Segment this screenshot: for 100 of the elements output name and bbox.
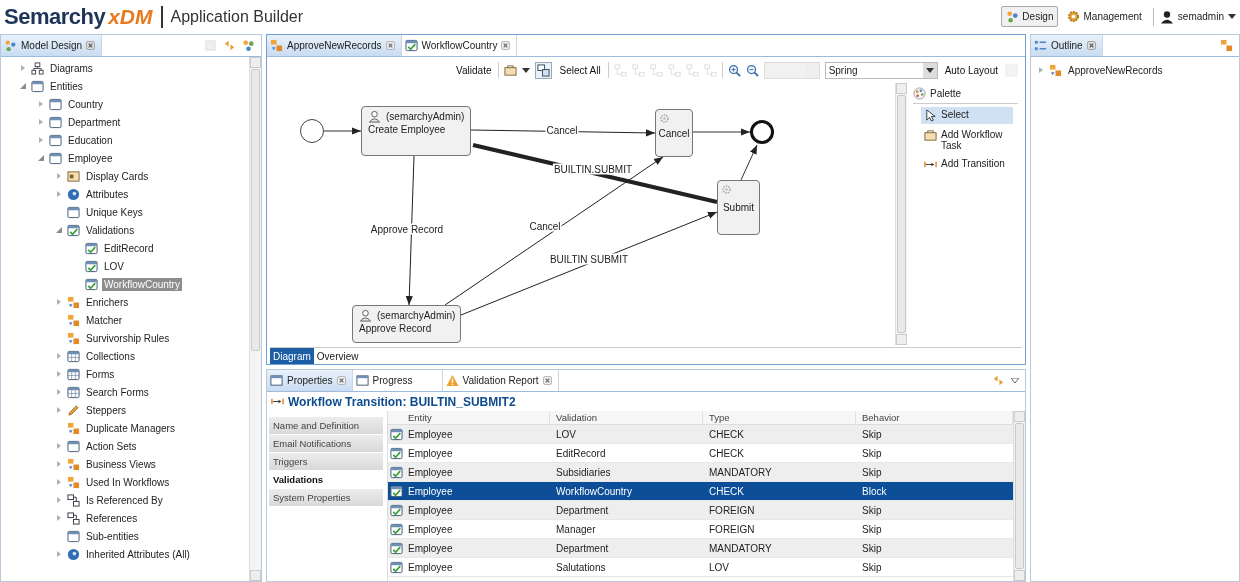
expand-arrow-icon[interactable] — [37, 100, 45, 108]
tree-item[interactable]: Survivorship Rules — [84, 331, 172, 345]
close-icon[interactable] — [385, 41, 395, 50]
table-row[interactable]: Employee Manager FOREIGN Skip — [388, 520, 1013, 539]
zoom-out-icon[interactable] — [745, 63, 759, 77]
tree-item[interactable]: Education — [66, 133, 115, 147]
tree-item[interactable]: LOV — [102, 259, 126, 273]
editor-tab[interactable]: ApproveNewRecords — [267, 35, 402, 56]
start-event-circle[interactable] — [300, 119, 324, 143]
expand-arrow-icon[interactable] — [55, 388, 63, 396]
select-all-icon[interactable] — [535, 61, 553, 79]
scrollbar[interactable] — [249, 57, 261, 581]
close-icon[interactable] — [86, 41, 96, 50]
view-tab[interactable]: Properties — [267, 370, 353, 391]
layout-icon[interactable] — [667, 63, 681, 77]
transition-arrow[interactable] — [740, 144, 758, 181]
layout-icon[interactable] — [613, 63, 627, 77]
layout-icon[interactable] — [631, 63, 645, 77]
expand-arrow-icon[interactable] — [55, 370, 63, 378]
view-tab[interactable]: Outline — [1031, 35, 1103, 56]
tree-item[interactable]: EditRecord — [102, 241, 156, 255]
view-tab[interactable]: Diagram — [270, 348, 314, 364]
close-icon[interactable] — [542, 376, 552, 385]
expand-arrow-icon[interactable] — [1037, 66, 1045, 74]
collapse-arrow-icon[interactable] — [19, 82, 27, 90]
tree-item[interactable]: Enrichers — [84, 295, 131, 309]
column-header[interactable]: Entity — [388, 411, 550, 424]
tree-item[interactable]: Business Views — [84, 457, 158, 471]
tree-item[interactable]: Duplicate Managers — [84, 421, 177, 435]
step-node[interactable]: Cancel — [655, 109, 693, 157]
tree-item[interactable]: Collections — [84, 349, 137, 363]
transition-arrow[interactable] — [323, 127, 362, 135]
section-tab[interactable]: Email Notifications — [269, 435, 383, 452]
tree-item[interactable]: Forms — [84, 367, 117, 381]
collapse-arrow-icon[interactable] — [55, 226, 63, 234]
table-row[interactable]: Employee WorkflowCountry CHECK Block — [388, 482, 1013, 501]
layout-dropdown[interactable]: Spring — [824, 61, 938, 79]
table-row[interactable]: Employee EditRecord CHECK Skip — [388, 444, 1013, 463]
tree-item[interactable]: Employee — [66, 151, 115, 165]
end-event-circle[interactable] — [750, 120, 774, 144]
expand-arrow-icon[interactable] — [55, 298, 63, 306]
tree-item[interactable]: Diagrams — [48, 61, 95, 75]
palette-item[interactable]: Select — [921, 107, 1013, 124]
transition-arrow[interactable] — [444, 156, 664, 306]
tree-item[interactable]: Used In Workflows — [84, 475, 172, 489]
expand-arrow-icon[interactable] — [55, 442, 63, 450]
tree-item[interactable]: Inherited Attributes (All) — [84, 547, 192, 561]
step-node[interactable]: Submit — [717, 180, 760, 235]
tree-item[interactable]: Unique Keys — [84, 205, 145, 219]
tree-item[interactable]: Matcher — [84, 313, 125, 327]
expand-arrow-icon[interactable] — [55, 496, 63, 504]
tree-item[interactable]: Country — [66, 97, 105, 111]
section-tab[interactable]: Name and Definition — [269, 417, 383, 434]
expand-arrow-icon[interactable] — [19, 64, 27, 72]
close-icon[interactable] — [336, 376, 346, 385]
validate-button[interactable]: Validate — [454, 63, 494, 77]
table-row[interactable]: Employee Subsidiaries MANDATORY Skip — [388, 463, 1013, 482]
expand-arrow-icon[interactable] — [55, 172, 63, 180]
transition-arrow[interactable] — [692, 128, 751, 136]
tree-item[interactable]: Validations — [84, 223, 137, 237]
tree-item[interactable]: Entities — [48, 79, 85, 93]
scrollbar[interactable] — [895, 83, 907, 345]
table-row[interactable]: Employee Department FOREIGN Skip — [388, 501, 1013, 520]
expand-arrow-icon[interactable] — [55, 514, 63, 522]
layout-icon[interactable] — [685, 63, 699, 77]
auto-layout-button[interactable]: Auto Layout — [942, 63, 1000, 77]
tree-item[interactable]: Action Sets — [84, 439, 139, 453]
scrollbar[interactable] — [1013, 411, 1025, 581]
expand-arrow-icon[interactable] — [37, 136, 45, 144]
tree-item[interactable]: Steppers — [84, 403, 129, 417]
expand-arrow-icon[interactable] — [37, 118, 45, 126]
layout-icon[interactable] — [649, 63, 663, 77]
perspective-button[interactable]: Design — [1001, 6, 1059, 27]
column-header[interactable]: Type — [703, 411, 856, 424]
tree-item[interactable]: Attributes — [84, 187, 131, 201]
zoom-in-icon[interactable] — [727, 63, 741, 77]
tree-item[interactable]: Department — [66, 115, 123, 129]
tree-item[interactable]: Display Cards — [84, 169, 151, 183]
expand-arrow-icon[interactable] — [55, 478, 63, 486]
expand-arrow-icon[interactable] — [55, 190, 63, 198]
select-all-button[interactable]: Select All — [557, 63, 603, 77]
layout-icon[interactable] — [703, 63, 717, 77]
tree-item[interactable]: References — [84, 511, 140, 525]
section-tab[interactable]: System Properties — [269, 489, 383, 506]
collapse-arrow-icon[interactable] — [37, 154, 45, 162]
tree-item[interactable]: Is Referenced By — [84, 493, 165, 507]
caret-icon[interactable] — [925, 67, 934, 73]
table-row[interactable]: Employee Salutations LOV Skip — [388, 558, 1013, 577]
palette-item[interactable]: Add Transition — [921, 156, 1013, 173]
perspective-button[interactable]: Management — [1062, 6, 1147, 27]
tree-item[interactable]: Search Forms — [84, 385, 151, 399]
tree-item[interactable]: ApproveNewRecords — [1066, 63, 1165, 77]
expand-arrow-icon[interactable] — [55, 406, 63, 414]
view-tab[interactable]: Model Design — [1, 35, 103, 56]
expand-arrow-icon[interactable] — [55, 352, 63, 360]
caret-icon[interactable] — [522, 67, 531, 73]
palette-item[interactable]: Add Workflow Task — [921, 127, 1013, 153]
user-menu[interactable]: semadmin — [1177, 11, 1224, 22]
tree-item[interactable]: Sub-entities — [84, 529, 141, 543]
close-icon[interactable] — [501, 41, 511, 50]
